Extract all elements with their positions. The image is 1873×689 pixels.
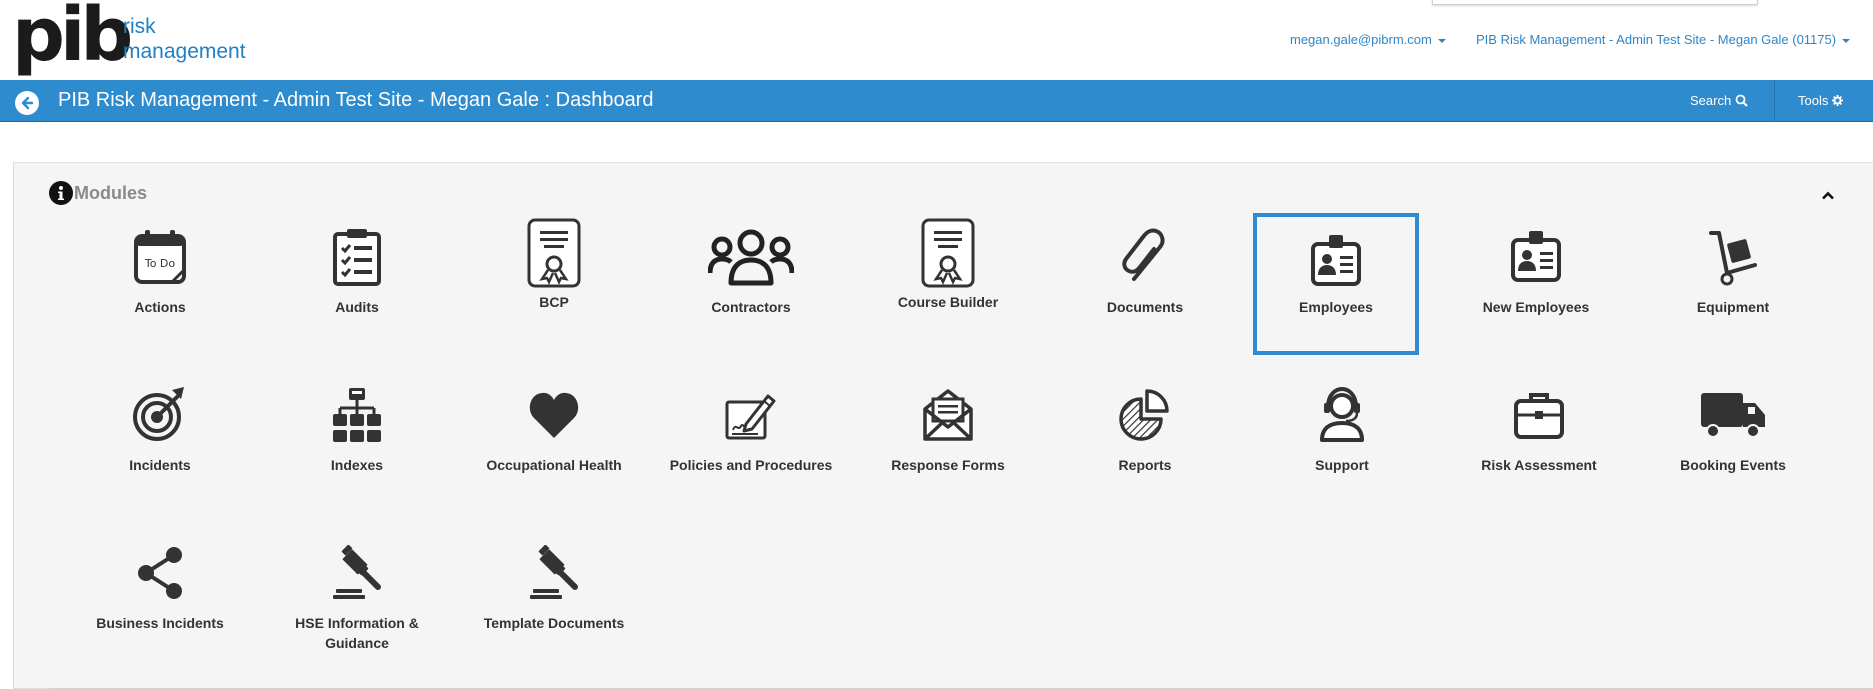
share-nodes-icon xyxy=(78,533,242,613)
truck-icon xyxy=(1651,375,1815,455)
module-template-documents[interactable]: Template Documents xyxy=(472,529,636,669)
paperclip-icon xyxy=(1063,217,1227,297)
top-header: pib risk management megan.gale@pibrm.com… xyxy=(0,0,1873,80)
svg-text:To Do: To Do xyxy=(144,257,176,270)
logo-subtitle: risk management xyxy=(123,14,246,64)
site-name: PIB Risk Management - Admin Test Site - … xyxy=(1476,32,1837,47)
module-reports[interactable]: Reports xyxy=(1063,371,1227,511)
module-business-incidents[interactable]: Business Incidents xyxy=(78,529,242,669)
module-hse-information-and-guidance[interactable]: HSE Information & Guidance xyxy=(275,529,439,669)
module-actions[interactable]: To Do Actions xyxy=(78,213,242,353)
gavel-icon xyxy=(275,533,439,613)
hand-truck-icon xyxy=(1651,217,1815,297)
module-employees[interactable]: Employees xyxy=(1253,213,1419,355)
site-selector[interactable]: PIB Risk Management - Admin Test Site - … xyxy=(1476,32,1851,47)
module-label: Risk Assessment xyxy=(1481,457,1597,473)
module-response-forms[interactable]: Response Forms xyxy=(866,371,1030,511)
info-glyph xyxy=(58,186,64,200)
certificate-icon xyxy=(472,213,636,293)
module-label: Course Builder xyxy=(897,294,999,310)
module-label: Booking Events xyxy=(1680,457,1786,473)
module-label: Support xyxy=(1315,457,1369,473)
module-label: Incidents xyxy=(129,457,191,473)
module-occupational-health[interactable]: Occupational Health xyxy=(472,371,636,511)
checklist-clipboard-icon xyxy=(275,217,439,297)
arrow-left-icon xyxy=(21,96,34,110)
collapse-chevron-up-icon[interactable] xyxy=(1822,187,1834,205)
module-label: BCP xyxy=(539,294,569,310)
user-email: megan.gale@pibrm.com xyxy=(1290,32,1432,47)
dropdown-edge xyxy=(1432,0,1758,5)
nav-bar: PIB Risk Management - Admin Test Site - … xyxy=(0,80,1873,122)
module-label: Equipment xyxy=(1696,299,1770,315)
module-label: New Employees xyxy=(1482,299,1590,315)
logo-wordmark: pib xyxy=(12,0,133,78)
certificate-icon xyxy=(866,213,1030,293)
module-label: Business Incidents xyxy=(96,615,224,631)
module-label: Indexes xyxy=(330,457,384,473)
module-booking-events[interactable]: Booking Events xyxy=(1651,371,1815,511)
caret-down-icon xyxy=(1437,38,1446,43)
logo-subtitle-line2: management xyxy=(123,40,246,63)
tools-label: Tools xyxy=(1798,93,1829,108)
module-label: Documents xyxy=(1106,299,1184,315)
modules-title: Modules xyxy=(74,182,148,203)
info-icon xyxy=(49,181,73,205)
logo-subtitle-line1: risk xyxy=(123,15,156,38)
page-title: PIB Risk Management - Admin Test Site - … xyxy=(58,89,654,111)
gear-icon xyxy=(1832,95,1844,106)
search-button[interactable]: Search xyxy=(1690,93,1748,108)
module-indexes[interactable]: Indexes xyxy=(275,371,439,511)
module-label: Contractors xyxy=(711,299,791,315)
id-badge-icon xyxy=(1257,221,1415,301)
heart-icon xyxy=(472,375,636,455)
tools-button[interactable]: Tools xyxy=(1798,93,1844,108)
modules-panel: Modules To Do Actions Audits BCP Contrac… xyxy=(13,162,1873,689)
sitemap-icon xyxy=(275,375,439,455)
module-bcp[interactable]: BCP xyxy=(472,213,636,353)
module-course-builder[interactable]: Course Builder xyxy=(866,213,1030,353)
chevron-up-icon xyxy=(1822,191,1834,200)
module-label: HSE Information & Guidance xyxy=(295,615,419,651)
module-audits[interactable]: Audits xyxy=(275,213,439,353)
nav-divider xyxy=(1774,80,1775,122)
module-label: Policies and Procedures xyxy=(669,457,833,473)
users-group-icon xyxy=(669,217,833,297)
gavel-icon xyxy=(472,533,636,613)
user-menu[interactable]: megan.gale@pibrm.com xyxy=(1290,32,1446,47)
modules-panel-header: Modules xyxy=(49,181,147,205)
module-contractors[interactable]: Contractors xyxy=(669,213,833,353)
back-button[interactable] xyxy=(15,91,39,115)
module-support[interactable]: Support xyxy=(1260,371,1424,511)
module-risk-assessment[interactable]: Risk Assessment xyxy=(1457,371,1621,511)
module-documents[interactable]: Documents xyxy=(1063,213,1227,353)
module-label: Employees xyxy=(1299,299,1373,315)
module-policies-and-procedures[interactable]: Policies and Procedures xyxy=(669,371,833,511)
signature-document-icon xyxy=(669,375,833,455)
module-label: Template Documents xyxy=(483,615,625,631)
headset-agent-icon xyxy=(1260,375,1424,455)
module-incidents[interactable]: Incidents xyxy=(78,371,242,511)
search-label: Search xyxy=(1690,93,1732,108)
pie-chart-icon xyxy=(1063,375,1227,455)
module-label: Reports xyxy=(1118,457,1172,473)
caret-down-icon xyxy=(1842,38,1851,43)
module-equipment[interactable]: Equipment xyxy=(1651,213,1815,353)
module-label: Audits xyxy=(335,299,379,315)
module-new-employees[interactable]: New Employees xyxy=(1454,213,1618,353)
id-badge-icon xyxy=(1454,217,1618,297)
briefcase-icon xyxy=(1457,375,1621,455)
module-label: Occupational Health xyxy=(486,457,622,473)
todo-calendar-icon: To Do xyxy=(78,217,242,297)
target-arrow-icon xyxy=(78,375,242,455)
open-envelope-icon xyxy=(866,375,1030,455)
module-label: Actions xyxy=(134,299,186,315)
search-icon xyxy=(1735,94,1748,107)
module-label: Response Forms xyxy=(891,457,1005,473)
